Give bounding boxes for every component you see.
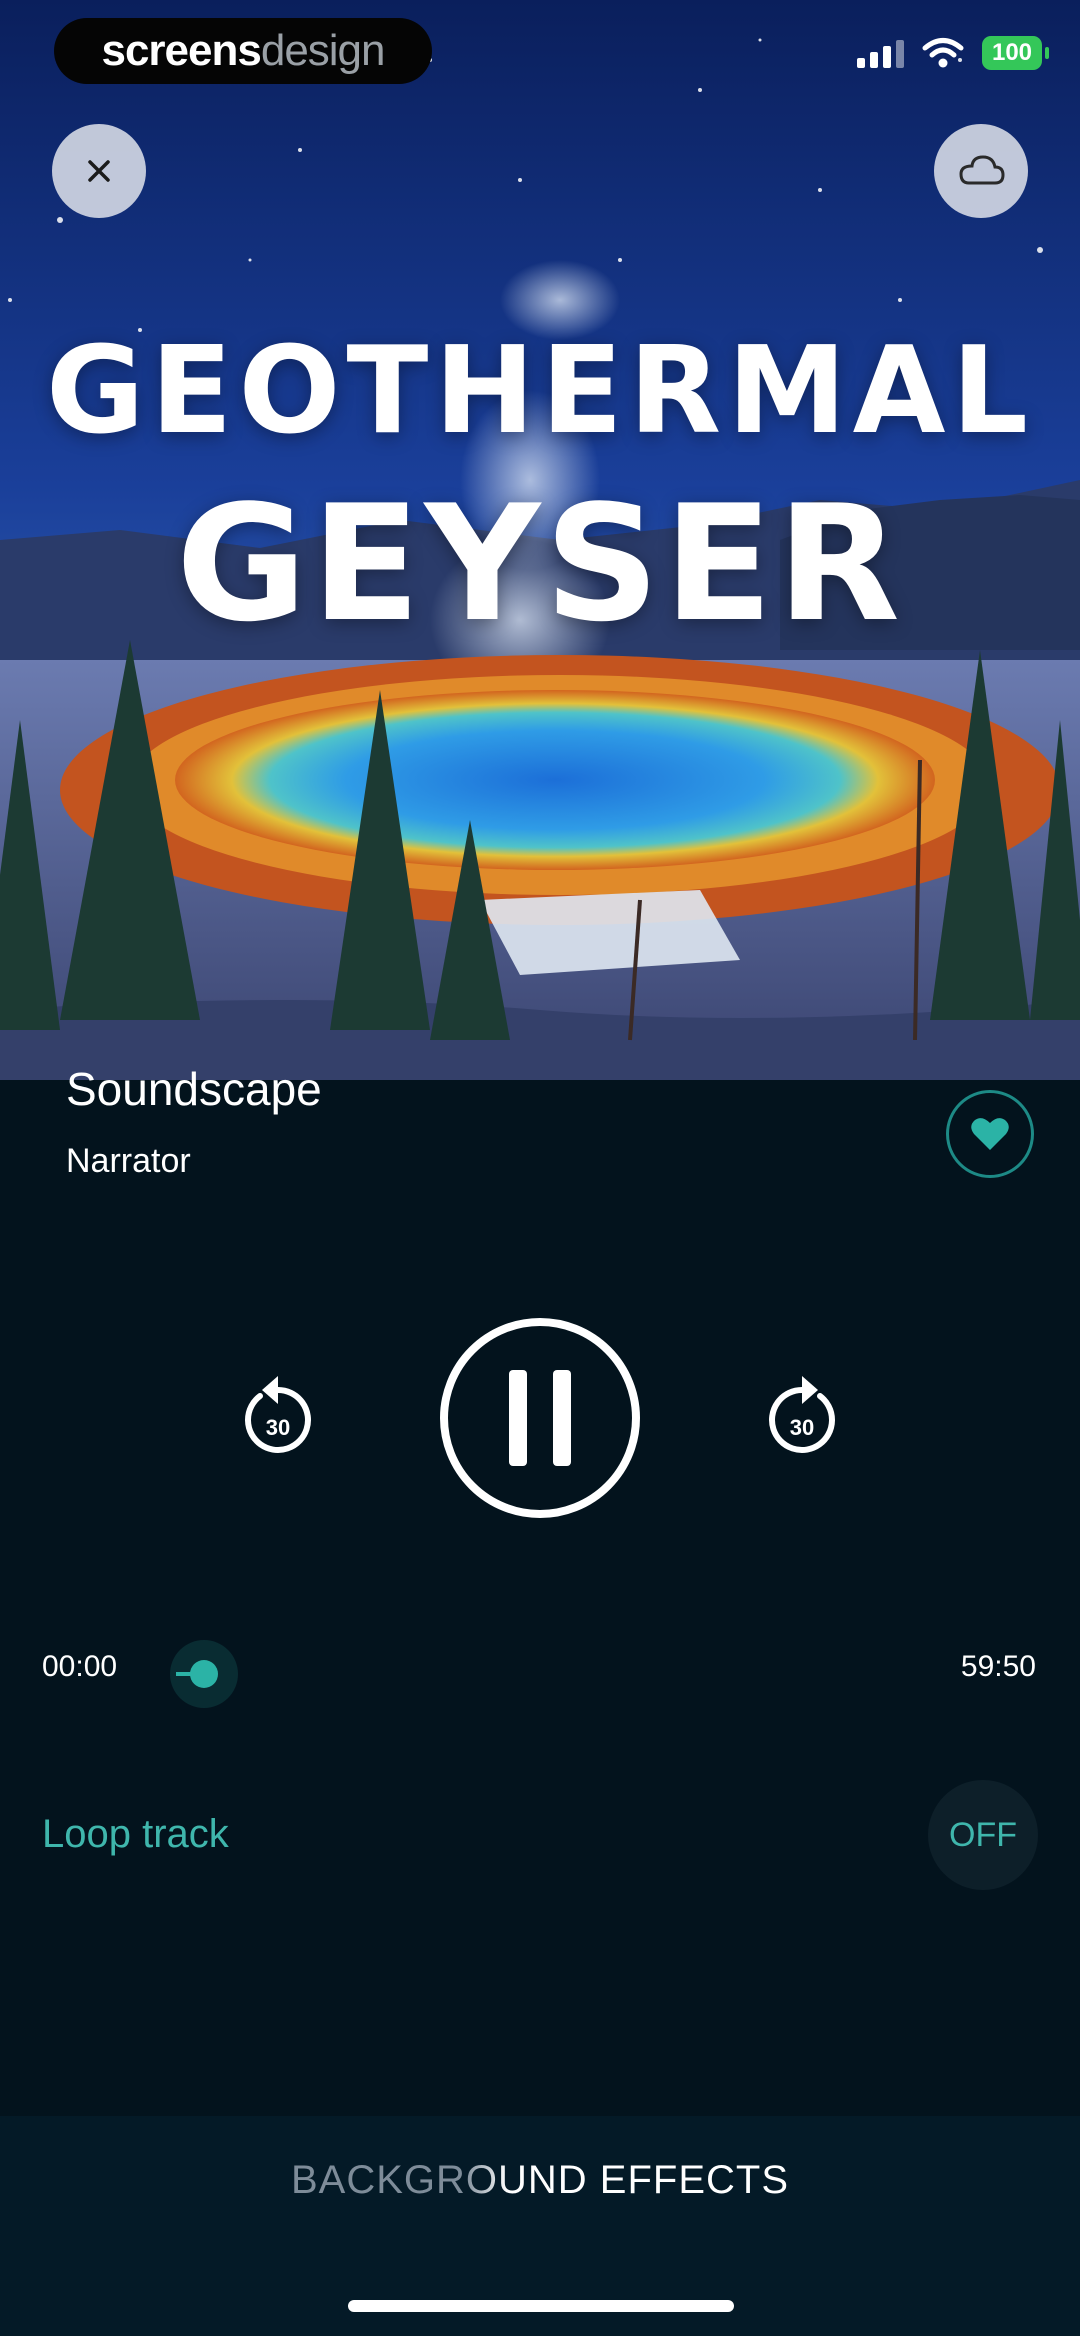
close-icon	[88, 160, 110, 182]
heart-icon	[971, 1118, 1009, 1150]
track-narrator: Narrator	[66, 1142, 191, 1180]
favorite-button[interactable]	[946, 1090, 1034, 1178]
brand-watermark: screens design	[54, 18, 432, 84]
elapsed-time: 00:00	[42, 1650, 118, 1683]
battery-indicator: 100	[982, 36, 1049, 70]
status-bar: 100	[857, 36, 1049, 70]
cloud-icon	[959, 155, 1005, 185]
loop-toggle-button[interactable]: OFF	[928, 1780, 1038, 1890]
track-title: Soundscape	[66, 1063, 322, 1115]
home-indicator[interactable]	[348, 2300, 734, 2312]
hero-artwork: GEOTHERMAL GEYSER	[0, 0, 1080, 1080]
pause-icon	[509, 1370, 527, 1466]
forward-30-button[interactable]: 30	[762, 1370, 842, 1460]
rewind-30-button[interactable]: 30	[238, 1370, 318, 1460]
close-button[interactable]	[52, 124, 146, 218]
hero-title-line1: GEOTHERMAL	[46, 322, 1034, 461]
brand-part2: design	[260, 26, 386, 75]
scrubber-knob[interactable]	[176, 1660, 218, 1688]
forward-seconds-label: 30	[789, 1415, 815, 1440]
hero-title-line2: GEYSER	[175, 470, 905, 657]
pause-button[interactable]	[440, 1318, 640, 1518]
progress-scrubber[interactable]	[170, 1640, 238, 1708]
wifi-icon	[922, 38, 964, 68]
cloud-download-button[interactable]	[934, 124, 1028, 218]
cellular-signal-icon	[857, 38, 904, 68]
brand-part1: screens	[101, 26, 261, 75]
loop-track-label: Loop track	[42, 1812, 229, 1856]
total-duration: 59:50	[960, 1650, 1036, 1683]
rewind-seconds-label: 30	[265, 1415, 291, 1440]
background-effects-button[interactable]: BACKGROUND EFFECTS	[0, 2158, 1080, 2203]
